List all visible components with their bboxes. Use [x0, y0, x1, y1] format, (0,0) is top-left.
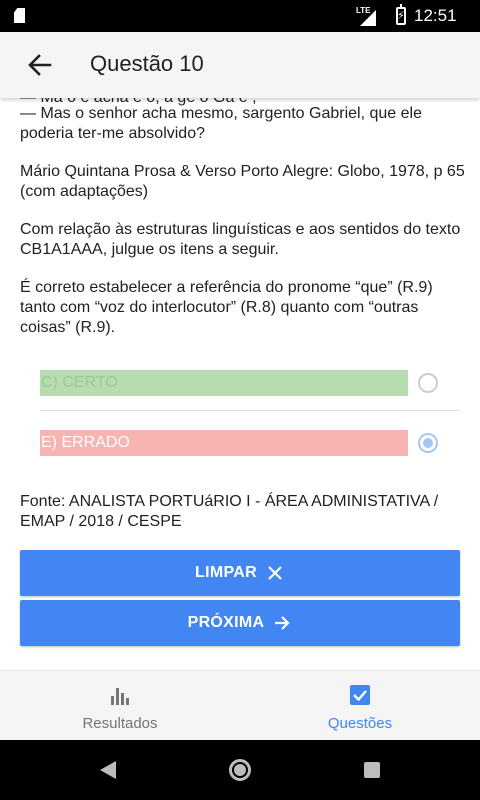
option-errado[interactable]: E) ERRADO — [40, 430, 408, 456]
next-button[interactable]: PRÓXIMA — [20, 600, 460, 646]
back-button[interactable] — [22, 49, 58, 81]
system-recents-icon[interactable] — [364, 762, 380, 778]
next-button-label: PRÓXIMA — [187, 614, 265, 631]
system-back-icon[interactable] — [100, 761, 116, 779]
system-navigation-bar — [0, 740, 480, 800]
clear-button-label: LIMPAR — [195, 564, 257, 581]
question-content: — Ma o e acha e o, a ge o Ga e , — Mas o… — [0, 98, 480, 670]
page-title: Questão 10 — [90, 51, 204, 76]
nav-item-questions[interactable]: Questões — [240, 671, 480, 741]
option-certo[interactable]: C) CERTO — [40, 370, 408, 396]
question-statement: É correto estabelecer a referência do pr… — [20, 279, 433, 336]
app-bar: Questão 10 — [0, 32, 480, 98]
system-home-icon[interactable] — [229, 759, 251, 781]
close-icon — [265, 563, 285, 583]
arrow-forward-icon — [272, 613, 292, 633]
arrow-back-icon — [28, 54, 52, 76]
battery-charging-icon: ⚡ — [396, 4, 406, 25]
clear-button[interactable]: LIMPAR — [20, 550, 460, 596]
question-citation: Mário Quintana Prosa & Verso Porto Alegr… — [20, 163, 465, 200]
signal-icon — [360, 10, 376, 26]
nav-label-results: Resultados — [82, 715, 158, 732]
divider — [40, 410, 460, 411]
bottom-navigation: Resultados Questões — [0, 670, 480, 740]
question-text-line: — Mas o senhor acha mesmo, sargento Gabr… — [20, 105, 422, 142]
nav-label-questions: Questões — [327, 715, 393, 732]
bar-chart-icon — [111, 688, 129, 705]
radio-certo[interactable] — [418, 373, 438, 393]
radio-errado[interactable] — [418, 433, 438, 453]
checkbox-icon — [350, 685, 370, 705]
status-bar: LTE ⚡ 12:51 — [0, 0, 480, 32]
question-instruction: Com relação às estruturas linguísticas e… — [20, 221, 461, 258]
question-source: Fonte: ANALISTA PORTUáRIO I - ÁREA ADMIN… — [20, 493, 439, 530]
nav-item-results[interactable]: Resultados — [0, 671, 240, 741]
clock: 12:51 — [414, 6, 457, 25]
sd-card-icon — [14, 8, 25, 23]
